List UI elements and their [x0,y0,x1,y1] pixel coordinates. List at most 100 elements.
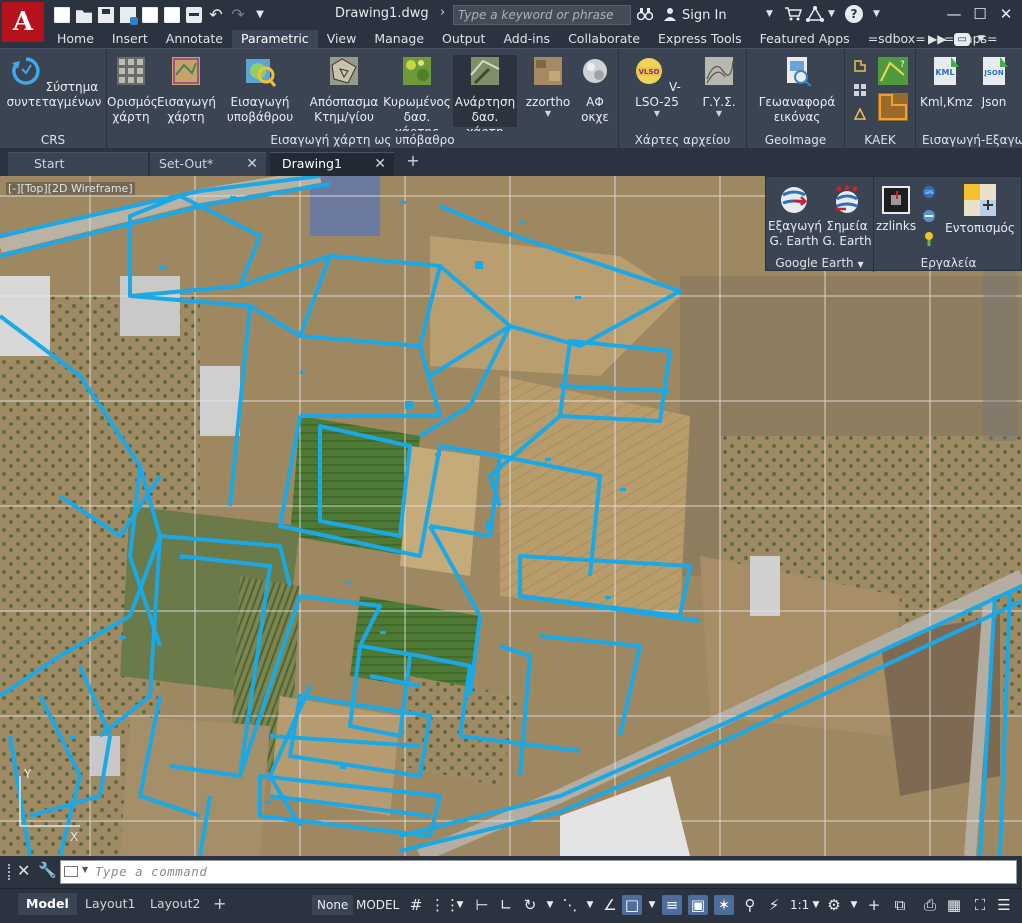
units-icon[interactable]: ⧉ [890,895,910,915]
add-layout-icon[interactable]: + [213,893,226,915]
plot-icon[interactable] [186,7,202,23]
snap-dropdown-icon[interactable]: ▼ [450,895,470,915]
af-okxe-button[interactable]: ΑΦ οκχε [575,55,615,125]
clean-screen-icon[interactable]: ⛶ [970,895,990,915]
scale-dropdown-icon[interactable]: ▼ [806,895,826,915]
tab-collaborate[interactable]: Collaborate [559,30,649,48]
tab-home[interactable]: Home [48,30,103,48]
redo-icon[interactable]: ↷ [230,7,246,23]
undo-icon[interactable]: ↶ [208,7,224,23]
kml-kmz-button[interactable]: KML Kml,Kmz [920,55,973,110]
selection-cycling-icon[interactable]: ✶ [714,895,734,915]
tab-parametric[interactable]: Parametric [231,30,318,48]
tab-scroll-icon[interactable]: ▶▶ [928,30,946,48]
polar-tracking-icon[interactable]: ↻ [520,895,540,915]
insert-map-button[interactable]: Εισαγωγή χάρτη [157,55,216,125]
lineweight-icon[interactable]: ≡ [662,895,682,915]
tab-sdbox[interactable]: =sdbox= [859,30,935,48]
zzlinks-button[interactable]: zzlinks [876,185,916,234]
navigation-bar[interactable] [983,271,1017,441]
google-earth-points-button[interactable]: Σημεία G. Earth [822,185,872,249]
customization-menu-icon[interactable]: ☰ [994,895,1014,915]
object-snap-icon[interactable]: □ [622,895,642,915]
ortho-icon[interactable]: ∟ [496,895,516,915]
isometric-dropdown-icon[interactable]: ▼ [580,895,600,915]
locate-pin-icon[interactable] [922,231,936,247]
tab-close-icon[interactable]: ✕ [246,153,258,175]
google-earth-dropdown-icon[interactable]: ▼ [857,260,863,269]
tab-insert[interactable]: Insert [103,30,157,48]
close-icon[interactable]: ✕ [17,861,30,880]
tab-model[interactable]: Model [18,893,77,915]
transparency-icon[interactable]: ▣ [688,895,708,915]
cart-icon[interactable] [784,6,802,22]
command-line-grip[interactable] [8,864,12,880]
open-from-web-icon[interactable] [142,7,158,23]
isolate-objects-icon[interactable]: ▦ [944,895,964,915]
wrench-icon[interactable]: 🔧 [38,861,57,879]
tab-express-tools[interactable]: Express Tools [649,30,751,48]
help-dropdown-icon[interactable]: ▼ [873,9,880,19]
annotation-scale-icon[interactable]: ⚡ [764,895,784,915]
qat-customize-icon[interactable]: ▼ [252,7,268,23]
save-to-web-icon[interactable] [164,7,180,23]
viewport-controls[interactable]: [-][Top][2D Wireframe] [6,182,135,195]
kaek-search-icon[interactable] [853,107,867,121]
infer-constraints-icon[interactable]: ⊢ [472,895,492,915]
gys-dropdown-icon[interactable]: ▼ [695,110,743,118]
command-history-dropdown-icon[interactable]: ▼ [82,865,88,874]
tab-layout1[interactable]: Layout1 [85,893,135,915]
kaek-parcel-icon[interactable] [853,59,867,73]
v-lso-25-button[interactable]: VLSO V-LSO-25 ▼ [627,55,687,118]
workspace-gear-icon[interactable]: ⚙ [824,895,844,915]
save-icon[interactable] [98,7,114,23]
zzortho-dropdown-icon[interactable]: ▼ [523,110,573,118]
define-map-button[interactable]: Ορισμός χάρτη [107,55,158,125]
binoculars-icon[interactable] [637,7,653,21]
object-snap-tracking-icon[interactable]: ∠ [600,895,620,915]
model-space-button[interactable]: MODEL [356,895,399,915]
ribbon-minimize-icon[interactable]: ▭ [954,33,970,46]
zzortho-button[interactable]: zzortho ▼ [523,55,573,118]
tab-set-out[interactable]: Set-Out* ✕ [150,152,266,176]
tab-layout2[interactable]: Layout2 [150,893,200,915]
coordinate-system-button[interactable]: Σύστημα συντεταγμένων [6,55,102,110]
search-input[interactable]: Type a keyword or phrase [453,5,631,25]
kaek-list-icon[interactable] [853,83,867,97]
open-folder-icon[interactable] [76,10,92,23]
posted-forest-map-button[interactable]: Ανάρτηση δασ. χάρτη [453,55,517,139]
tab-view[interactable]: View [318,30,366,48]
locate-button[interactable]: Εντοπισμός [942,183,1018,236]
coordinates-none-button[interactable]: None [312,895,354,915]
georeference-image-button[interactable]: Γεωαναφορά εικόνας [755,55,839,125]
maximize-icon[interactable]: ☐ [970,4,990,24]
tab-close-icon[interactable]: ✕ [374,153,386,175]
snap-mode-icon[interactable]: ⋮⋮ [430,895,460,915]
kaek-parcels-icon[interactable] [878,93,908,121]
insert-basemap-button[interactable]: Εισαγωγή υποβάθρου [225,55,295,125]
ratified-forest-map-button[interactable]: Κυρωμένος δασ. χάρτης [382,55,452,140]
polar-dropdown-icon[interactable]: ▼ [540,895,560,915]
drawing-canvas[interactable]: Y X [-][Top][2D Wireframe] Εξαγωγή G. Ea… [0,176,1022,856]
locate-small-icon-2[interactable] [922,209,936,223]
json-button[interactable]: JSON Json [974,55,1014,110]
tab-manage[interactable]: Manage [365,30,433,48]
workspace-dropdown-icon[interactable]: ▼ [844,895,864,915]
close-icon[interactable]: ✕ [996,4,1016,24]
tab-output[interactable]: Output [433,30,494,48]
chevron-right-icon[interactable]: › [440,5,445,20]
gys-button[interactable]: Γ.Υ.Σ. ▼ [695,55,743,118]
tab-annotate[interactable]: Annotate [157,30,232,48]
cadastre-extract-button[interactable]: Απόσπασμα Κτημ/γίου [307,55,381,125]
new-tab-icon[interactable]: + [405,153,421,169]
annotation-monitor-icon[interactable]: + [864,895,884,915]
tab-drawing1[interactable]: Drawing1 ✕ [270,152,394,176]
isometric-icon[interactable]: ⋱ [560,895,580,915]
command-input[interactable]: Type a command [60,860,1017,884]
tab-start[interactable]: Start [8,152,148,176]
application-menu-button[interactable]: A [2,2,44,42]
command-prompt-icon[interactable] [64,866,78,877]
hardware-acceleration-icon[interactable]: ⎙ [920,895,940,915]
new-file-icon[interactable] [54,7,70,23]
save-as-icon[interactable] [120,7,138,25]
